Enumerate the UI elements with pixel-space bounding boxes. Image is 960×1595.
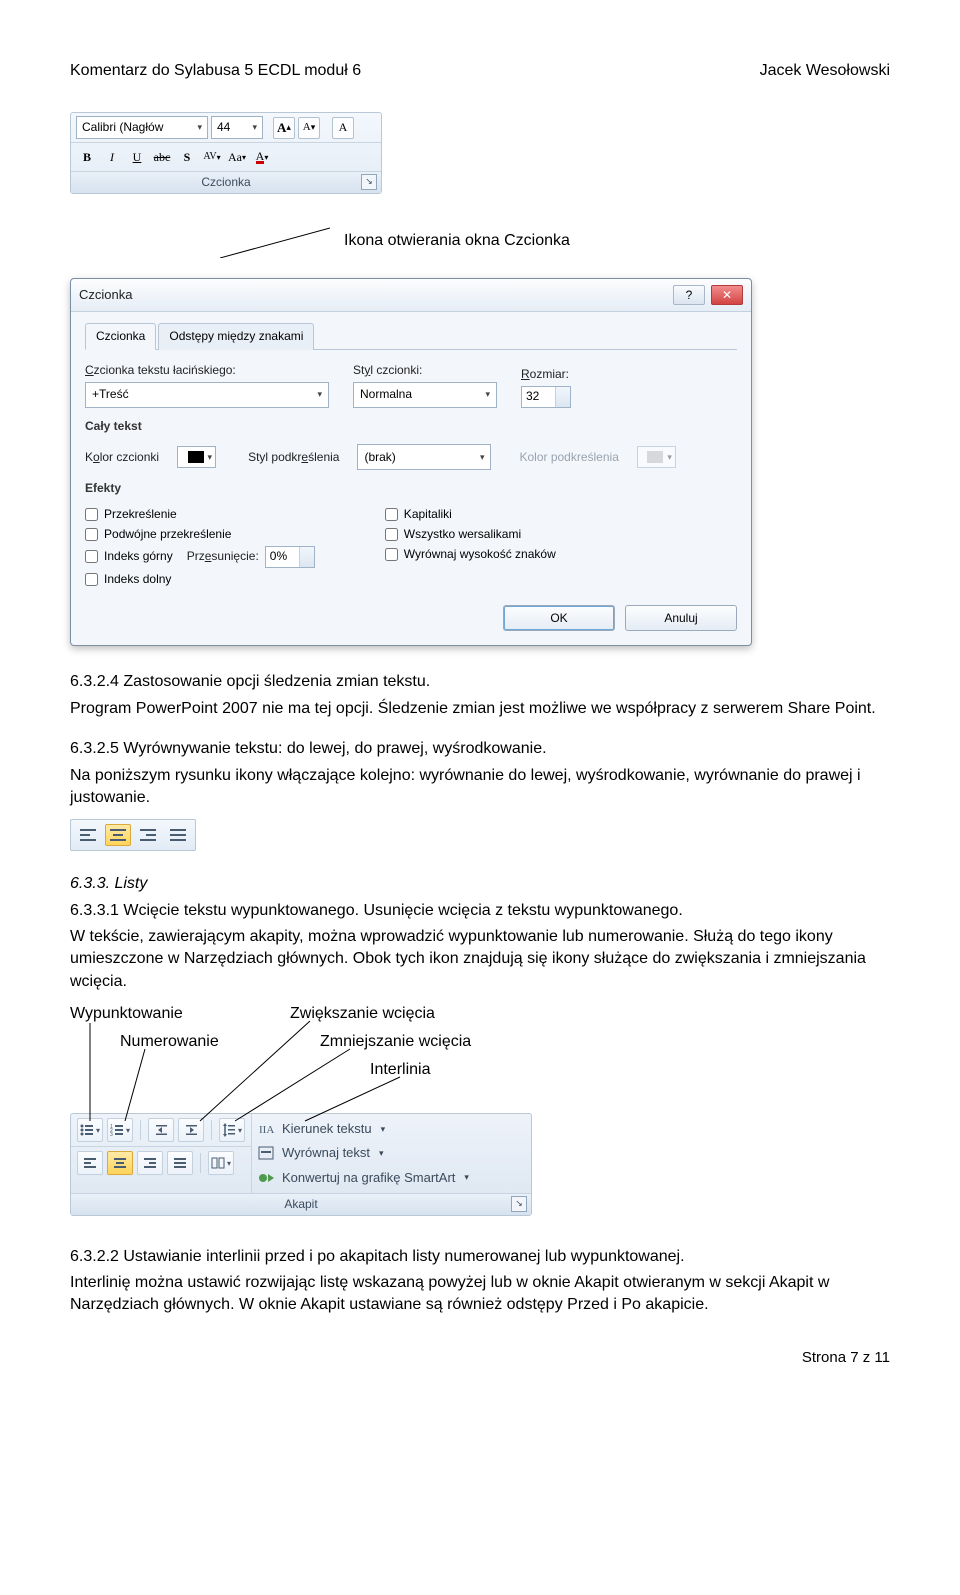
chevron-down-icon: ▾ xyxy=(485,388,490,401)
callout-arrow xyxy=(220,224,330,258)
paragraph-group-title: Akapit xyxy=(284,1197,317,1211)
font-group-title: Czcionka xyxy=(201,175,250,189)
align-left-button[interactable] xyxy=(75,824,101,846)
underline-style-label: Styl podkreślenia xyxy=(248,449,339,466)
equalize-checkbox[interactable]: Wyrównaj wysokość znaków xyxy=(385,546,556,563)
tab-spacing[interactable]: Odstępy między znakami xyxy=(158,323,314,350)
align-justify-button[interactable] xyxy=(165,824,191,846)
para-align-justify-button[interactable] xyxy=(167,1151,193,1175)
latin-font-value: +Treść xyxy=(92,386,129,403)
text-direction-icon: IIA xyxy=(258,1121,276,1137)
page-footer: Strona 7 z 11 xyxy=(70,1347,890,1368)
heading-6322: 6.3.2.2 Ustawianie interlinii przed i po… xyxy=(70,1246,890,1268)
latin-font-label: Czcionka tekstu łacińskiego: xyxy=(85,362,329,379)
doc-header-left: Komentarz do Sylabusa 5 ECDL moduł 6 xyxy=(70,60,361,82)
ok-button[interactable]: OK xyxy=(503,605,615,632)
font-size-combo[interactable]: 44 ▾ xyxy=(211,116,263,139)
grow-font-button[interactable]: A▴ xyxy=(273,117,295,139)
font-dialog-launcher[interactable]: ↘ xyxy=(361,174,377,190)
latin-font-combo[interactable]: +Treść ▾ xyxy=(85,382,329,408)
font-color-picker[interactable]: ▾ xyxy=(177,446,216,468)
text-6322: Interlinię można ustawić rozwijając list… xyxy=(70,1272,890,1317)
underline-button[interactable]: U xyxy=(126,146,148,168)
offset-spin[interactable]: 0% xyxy=(265,546,315,568)
doc-header-right: Jacek Wesołowski xyxy=(760,60,890,82)
para-align-left-button[interactable] xyxy=(77,1151,103,1175)
font-ribbon-group: Calibri (Nagłów ▾ 44 ▾ A▴ A▾ A B I U abc… xyxy=(70,112,382,194)
align-text-label: Wyrównaj tekst xyxy=(282,1144,370,1162)
chevron-down-icon: ▾ xyxy=(252,121,257,134)
tab-font[interactable]: Czcionka xyxy=(85,323,156,350)
superscript-checkbox[interactable]: Indeks górny Przesunięcie: 0% xyxy=(85,546,315,568)
smallcaps-checkbox[interactable]: Kapitaliki xyxy=(385,506,556,523)
cancel-button[interactable]: Anuluj xyxy=(625,605,737,632)
italic-button[interactable]: I xyxy=(101,146,123,168)
close-button[interactable]: ✕ xyxy=(711,285,743,305)
chevron-down-icon: ▾ xyxy=(317,388,322,401)
align-text-button[interactable]: Wyrównaj tekst ▾ xyxy=(252,1141,475,1165)
para-align-right-button[interactable] xyxy=(137,1151,163,1175)
heading-6331: 6.3.3.1 Wcięcie tekstu wypunktowanego. U… xyxy=(70,900,890,922)
bold-button[interactable]: B xyxy=(76,146,98,168)
change-case-button[interactable]: Aa▾ xyxy=(226,146,248,168)
svg-text:3: 3 xyxy=(110,1132,113,1136)
columns-button[interactable]: ▾ xyxy=(208,1151,234,1175)
chevron-down-icon: ▾ xyxy=(197,121,202,134)
text-6324: Program PowerPoint 2007 nie ma tej opcji… xyxy=(70,698,890,720)
para-align-center-button[interactable] xyxy=(107,1151,133,1175)
label-arrows xyxy=(70,1003,530,1123)
underline-color-picker: ▾ xyxy=(637,446,676,468)
font-size-spin[interactable]: 32 xyxy=(521,386,571,408)
convert-smartart-label: Konwertuj na grafikę SmartArt xyxy=(282,1169,455,1187)
clear-format-button[interactable]: A xyxy=(332,117,354,139)
offset-label: Przesunięcie: xyxy=(187,548,259,565)
underline-style-combo[interactable]: (brak) ▾ xyxy=(357,444,491,470)
help-button[interactable]: ? xyxy=(673,285,705,305)
font-color-label: Kolor czcionki xyxy=(85,449,159,466)
font-style-value: Normalna xyxy=(360,386,412,403)
paragraph-dialog-launcher[interactable]: ↘ xyxy=(511,1196,527,1212)
text-6331: W tekście, zawierającym akapity, można w… xyxy=(70,926,890,993)
callout-font-dialog: Ikona otwierania okna Czcionka xyxy=(344,230,570,252)
convert-smartart-button[interactable]: Konwertuj na grafikę SmartArt ▾ xyxy=(252,1166,475,1190)
align-right-button[interactable] xyxy=(135,824,161,846)
chevron-down-icon: ▾ xyxy=(381,1123,386,1136)
font-size-value: 44 xyxy=(217,119,230,136)
chevron-down-icon: ▾ xyxy=(480,451,485,464)
strike-checkbox[interactable]: Przekreślenie xyxy=(85,506,315,523)
dialog-title: Czcionka xyxy=(79,286,132,304)
font-color-button[interactable]: A▾ xyxy=(251,146,273,168)
allcaps-checkbox[interactable]: Wszystko wersalikami xyxy=(385,526,556,543)
font-size-label: Rozmiar: xyxy=(521,366,571,383)
heading-6324: 6.3.2.4 Zastosowanie opcji śledzenia zmi… xyxy=(70,671,890,693)
subscript-checkbox[interactable]: Indeks dolny xyxy=(85,571,315,588)
font-dialog: Czcionka ? ✕ Czcionka Odstępy między zna… xyxy=(70,278,752,646)
text-6325: Na poniższym rysunku ikony włączające ko… xyxy=(70,765,890,810)
underline-color-label: Kolor podkreślenia xyxy=(519,449,618,466)
svg-text:IIA: IIA xyxy=(259,1124,274,1136)
font-style-label: Styl czcionki: xyxy=(353,362,497,379)
smartart-icon xyxy=(258,1170,276,1186)
shadow-button[interactable]: S xyxy=(176,146,198,168)
align-center-button[interactable] xyxy=(105,824,131,846)
heading-633: 6.3.3. Listy xyxy=(70,873,890,895)
paragraph-ribbon-group: ▾ 123 ▾ ▾ xyxy=(70,1113,532,1215)
font-name-value: Calibri (Nagłów xyxy=(82,119,163,136)
strike-button[interactable]: abc xyxy=(151,146,173,168)
chevron-down-icon: ▾ xyxy=(464,1171,469,1184)
font-name-combo[interactable]: Calibri (Nagłów ▾ xyxy=(76,116,208,139)
chevron-down-icon: ▾ xyxy=(379,1147,384,1160)
underline-style-value: (brak) xyxy=(364,449,395,466)
font-style-combo[interactable]: Normalna ▾ xyxy=(353,382,497,408)
char-spacing-button[interactable]: AV▾ xyxy=(201,146,223,168)
double-strike-checkbox[interactable]: Podwójne przekreślenie xyxy=(85,526,315,543)
align-text-icon xyxy=(258,1146,276,1162)
shrink-font-button[interactable]: A▾ xyxy=(298,117,320,139)
all-text-group: Cały tekst xyxy=(85,418,737,435)
align-icons-strip xyxy=(70,819,196,851)
effects-group: Efekty xyxy=(85,480,737,497)
heading-6325: 6.3.2.5 Wyrównywanie tekstu: do lewej, d… xyxy=(70,738,890,760)
